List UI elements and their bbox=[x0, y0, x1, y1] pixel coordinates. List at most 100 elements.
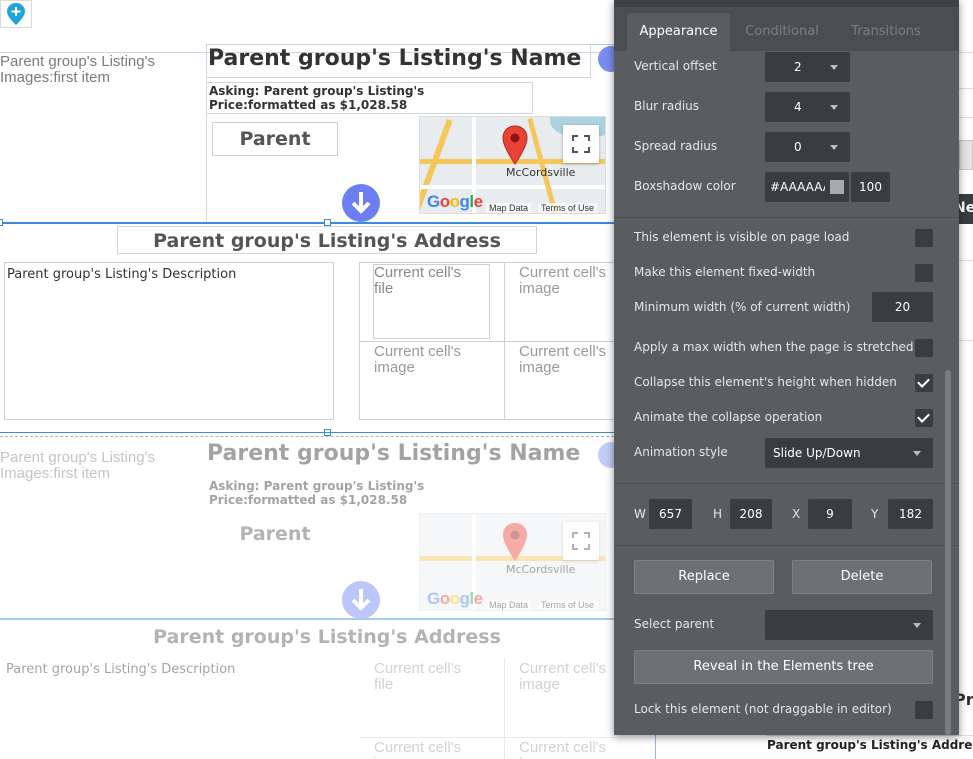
tab-appearance[interactable]: Appearance bbox=[627, 13, 730, 51]
blur-radius-label: Blur radius bbox=[634, 99, 700, 113]
max-width-checkbox[interactable] bbox=[915, 339, 933, 357]
heart-icon bbox=[598, 440, 614, 470]
vertical-offset-select[interactable]: 2 bbox=[765, 52, 850, 82]
panel-scrollbar[interactable] bbox=[945, 370, 951, 735]
width-label: W bbox=[634, 507, 646, 521]
parent-button[interactable]: Parent bbox=[212, 122, 338, 156]
min-width-input[interactable]: 20 bbox=[872, 292, 933, 322]
x-label: X bbox=[792, 507, 801, 521]
chevron-down-icon bbox=[830, 145, 838, 150]
spread-radius-select[interactable]: 0 bbox=[765, 132, 850, 162]
map-pin-icon bbox=[502, 125, 528, 165]
grid-cell-file: Current cell's file bbox=[374, 264, 462, 297]
height-input[interactable]: 208 bbox=[730, 499, 772, 529]
spread-radius-label: Spread radius bbox=[634, 139, 718, 153]
vertical-offset-label: Vertical offset bbox=[634, 59, 717, 73]
listing-name-text: Parent group's Listing's Name bbox=[208, 46, 582, 71]
visible-on-load-checkbox[interactable] bbox=[915, 229, 933, 247]
animate-collapse-checkbox[interactable] bbox=[915, 409, 933, 427]
listing-description-box[interactable]: Parent group's Listing's Description bbox=[4, 262, 334, 420]
listing-name-text: Parent group's Listing's Name bbox=[207, 441, 581, 466]
google-logo: Google bbox=[427, 589, 483, 608]
spread-radius-value: 0 bbox=[794, 140, 802, 154]
animation-style-select[interactable]: Slide Up/Down bbox=[765, 438, 933, 468]
fixed-width-checkbox[interactable] bbox=[915, 264, 933, 282]
panel-drag-bar[interactable] bbox=[614, 0, 959, 7]
select-parent-label: Select parent bbox=[634, 617, 715, 631]
animate-collapse-label: Animate the collapse operation bbox=[634, 410, 823, 424]
right-address-label: Parent group's Listing's Address bbox=[767, 738, 973, 752]
grid-cell-image: Current cell's image bbox=[519, 343, 607, 376]
map-town-label: McCordsville bbox=[506, 166, 576, 179]
delete-button[interactable]: Delete bbox=[792, 560, 932, 594]
listing-description-text: Parent group's Listing's Description bbox=[7, 267, 237, 282]
map-element: McCordsville Google Map Data Terms of Us… bbox=[419, 513, 606, 611]
vertical-offset-value: 2 bbox=[794, 60, 802, 74]
fullscreen-icon[interactable] bbox=[563, 125, 599, 163]
lock-element-label: Lock this element (not draggable in edit… bbox=[634, 702, 892, 716]
listing-image-label: Parent group's Listing's Images:first it… bbox=[0, 449, 155, 482]
selection-top-edge bbox=[0, 222, 614, 224]
min-width-label: Minimum width (% of current width) bbox=[634, 300, 851, 314]
listing-image-label: Parent group's Listing's Images:first it… bbox=[0, 53, 155, 86]
chevron-down-icon bbox=[830, 65, 838, 70]
grid-cell-image: Current cell's image bbox=[519, 739, 607, 759]
grid-cell-image: Current cell's image bbox=[519, 264, 607, 297]
boxshadow-color-label: Boxshadow color bbox=[634, 179, 736, 193]
x-input[interactable]: 9 bbox=[808, 499, 852, 529]
listing-address-box[interactable]: Parent group's Listing's Address bbox=[117, 226, 537, 254]
grid-cell-image: Current cell's image bbox=[374, 343, 462, 376]
reveal-in-elements-tree-button[interactable]: Reveal in the Elements tree bbox=[634, 650, 933, 684]
color-swatch[interactable] bbox=[830, 180, 844, 194]
google-logo: Google bbox=[427, 192, 483, 211]
boxshadow-color-input[interactable]: #AAAAAA bbox=[765, 172, 849, 202]
map-data-link[interactable]: Map Data bbox=[486, 203, 532, 213]
property-editor-panel[interactable]: Appearance Conditional Transitions Verti… bbox=[614, 0, 959, 735]
blur-radius-select[interactable]: 4 bbox=[765, 92, 850, 122]
heart-icon[interactable] bbox=[598, 44, 614, 74]
animation-style-label: Animation style bbox=[634, 445, 728, 459]
map-data-link: Map Data bbox=[486, 600, 532, 610]
map-town-label: McCordsville bbox=[506, 563, 576, 576]
replace-button[interactable]: Replace bbox=[634, 560, 774, 594]
grid-cell-image: Current cell's image bbox=[374, 739, 462, 759]
fixed-width-label: Make this element fixed-width bbox=[634, 265, 816, 279]
listing-price-text: Asking: Parent group's Listing's Price:f… bbox=[209, 84, 425, 112]
tab-transitions[interactable]: Transitions bbox=[840, 13, 932, 51]
max-width-label: Apply a max width when the page is stret… bbox=[634, 340, 914, 354]
boxshadow-opacity-input[interactable]: 100 bbox=[851, 172, 890, 202]
grid-cell-image: Current cell's image bbox=[519, 660, 607, 693]
listing-address-text: Parent group's Listing's Address bbox=[153, 230, 501, 252]
chevron-down-icon bbox=[913, 451, 921, 456]
price-fragment-label: Pric bbox=[959, 690, 973, 709]
tab-conditional[interactable]: Conditional bbox=[734, 13, 830, 51]
collapse-hidden-label: Collapse this element's height when hidd… bbox=[634, 375, 897, 389]
map-terms-link: Terms of Use bbox=[538, 600, 598, 610]
select-parent-select[interactable] bbox=[765, 610, 933, 640]
map-terms-link[interactable]: Terms of Use bbox=[538, 203, 598, 213]
collapse-hidden-checkbox[interactable] bbox=[915, 374, 933, 392]
width-input[interactable]: 657 bbox=[649, 499, 692, 529]
listing-address-text: Parent group's Listing's Address bbox=[153, 626, 501, 648]
down-arrow-button[interactable] bbox=[341, 183, 381, 223]
boxshadow-color-hex: #AAAAAA bbox=[770, 180, 825, 194]
resize-handle-left[interactable] bbox=[0, 219, 3, 226]
listing-name-box[interactable]: Parent group's Listing's Name bbox=[206, 44, 591, 78]
down-arrow-button bbox=[341, 580, 381, 620]
map-element[interactable]: McCordsville Google Map Data Terms of Us… bbox=[419, 116, 606, 214]
listing-description-text: Parent group's Listing's Description bbox=[6, 662, 236, 677]
visible-on-load-label: This element is visible on page load bbox=[634, 230, 850, 244]
listing-price-box[interactable]: Asking: Parent group's Listing's Price:f… bbox=[206, 82, 533, 114]
add-location-icon[interactable] bbox=[0, 0, 32, 28]
grid-cell-file: Current cell's file bbox=[374, 660, 462, 693]
resize-handle-top[interactable] bbox=[324, 219, 331, 226]
listing-price-text: Asking: Parent group's Listing's Price:f… bbox=[209, 479, 425, 507]
parent-button-label: Parent bbox=[239, 128, 311, 150]
fullscreen-icon bbox=[563, 522, 599, 560]
y-input[interactable]: 182 bbox=[888, 499, 933, 529]
y-label: Y bbox=[871, 507, 879, 521]
height-label: H bbox=[713, 507, 723, 521]
blur-radius-value: 4 bbox=[794, 100, 802, 114]
chevron-down-icon bbox=[830, 105, 838, 110]
lock-element-checkbox[interactable] bbox=[915, 701, 933, 719]
